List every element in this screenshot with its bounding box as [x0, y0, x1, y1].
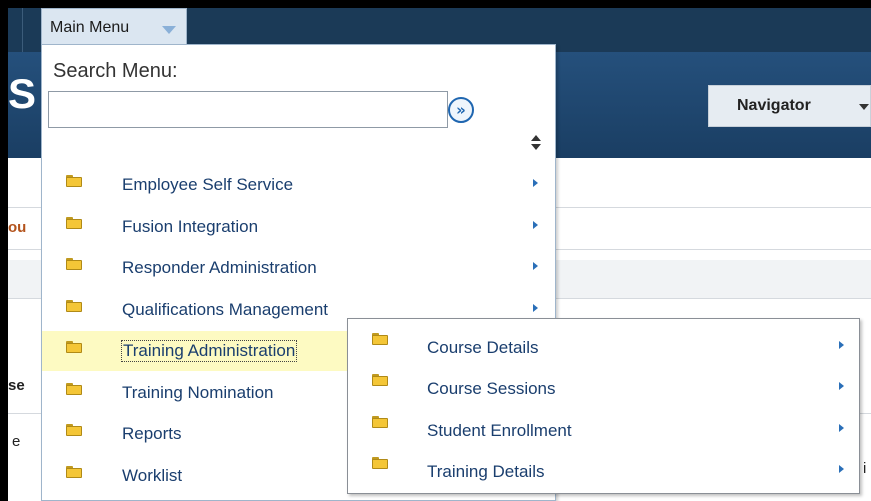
folder-icon — [66, 175, 82, 187]
column-header-fragment: se — [8, 377, 25, 394]
menu-item-responder-administration[interactable]: Responder Administration — [42, 248, 555, 288]
navigator-button[interactable]: Navigator — [708, 85, 871, 127]
submenu-item-label: Course Sessions — [427, 379, 556, 398]
chevron-right-icon — [839, 424, 844, 432]
folder-icon — [372, 416, 388, 428]
search-go-button[interactable]: » — [448, 97, 474, 123]
menu-item-label: Responder Administration — [122, 258, 317, 277]
chevron-right-icon — [839, 382, 844, 390]
menu-item-label: Worklist — [122, 466, 183, 485]
folder-icon — [66, 424, 82, 436]
folder-icon — [66, 341, 82, 353]
column-header-fragment: e — [12, 433, 21, 450]
main-menu-label: Main Menu — [50, 19, 130, 36]
submenu-item-label: Training Details — [427, 462, 545, 481]
submenu-item-label: Course Details — [427, 338, 539, 357]
folder-icon — [66, 217, 82, 229]
chevron-right-icon — [839, 465, 844, 473]
chevron-right-icon — [839, 341, 844, 349]
menu-item-label: Training Administration — [121, 340, 298, 362]
chevron-right-icon — [533, 304, 538, 312]
chevron-right-icon — [533, 221, 538, 229]
menu-item-employee-self-service[interactable]: Employee Self Service — [42, 165, 555, 205]
navigator-label: Navigator — [737, 97, 811, 114]
top-bar-divider — [22, 8, 23, 52]
menu-item-label: Training Nomination — [122, 383, 274, 402]
menu-item-label: Qualifications Management — [122, 300, 329, 319]
folder-icon — [372, 333, 388, 345]
folder-icon — [66, 466, 82, 478]
menu-item-fusion-integration[interactable]: Fusion Integration — [42, 207, 555, 247]
submenu-item-course-details[interactable]: Course Details — [348, 324, 859, 365]
chevron-down-icon — [859, 104, 869, 110]
submenu-item-course-sessions[interactable]: Course Sessions — [348, 365, 859, 406]
submenu-item-student-enrollment[interactable]: Student Enrollment — [348, 407, 859, 448]
logo-fragment: S — [8, 70, 37, 117]
folder-icon — [66, 300, 82, 312]
column-header-fragment: i — [863, 460, 867, 477]
search-menu-input[interactable] — [48, 91, 448, 128]
submenu-item-training-details[interactable]: Training Details — [348, 448, 859, 489]
main-menu-button[interactable]: Main Menu — [41, 8, 187, 44]
folder-icon — [372, 374, 388, 386]
chevron-right-icon — [533, 179, 538, 187]
folder-icon — [372, 457, 388, 469]
folder-icon — [66, 383, 82, 395]
search-menu-label: Search Menu: — [53, 60, 178, 82]
chevron-right-icon — [533, 262, 538, 270]
sort-icon[interactable] — [530, 134, 542, 152]
submenu-item-label: Student Enrollment — [427, 421, 572, 440]
menu-item-label: Reports — [122, 424, 182, 443]
training-administration-submenu: Course Details Course Sessions Student E… — [347, 318, 860, 494]
folder-icon — [66, 258, 82, 270]
screen: S Navigator ou se e i Main Menu Search M… — [0, 0, 871, 501]
chevron-down-icon — [162, 26, 176, 34]
menu-item-label: Fusion Integration — [122, 217, 259, 236]
menu-item-label: Employee Self Service — [122, 175, 294, 194]
page-heading-fragment: ou — [8, 219, 27, 236]
